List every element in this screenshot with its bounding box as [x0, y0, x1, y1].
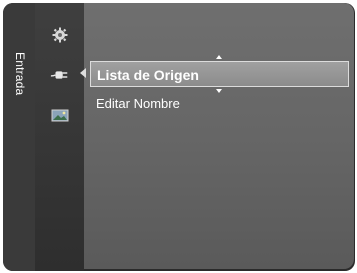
selection-pointer-icon [80, 68, 86, 78]
scroll-up-arrow-icon[interactable] [216, 55, 222, 59]
tv-menu-screen: Entrada Lista de Origen Editar Nombre [0, 0, 357, 273]
menu-title: Entrada [13, 52, 27, 96]
picture-icon[interactable] [50, 105, 70, 125]
menu-item-editar-nombre[interactable]: Editar Nombre [90, 93, 296, 117]
input-plug-icon[interactable] [50, 65, 70, 85]
menu-title-strip [3, 3, 35, 271]
menu-item-lista-de-origen[interactable]: Lista de Origen [90, 61, 349, 87]
submenu-panel [84, 3, 354, 269]
settings-gear-icon[interactable] [50, 25, 70, 45]
